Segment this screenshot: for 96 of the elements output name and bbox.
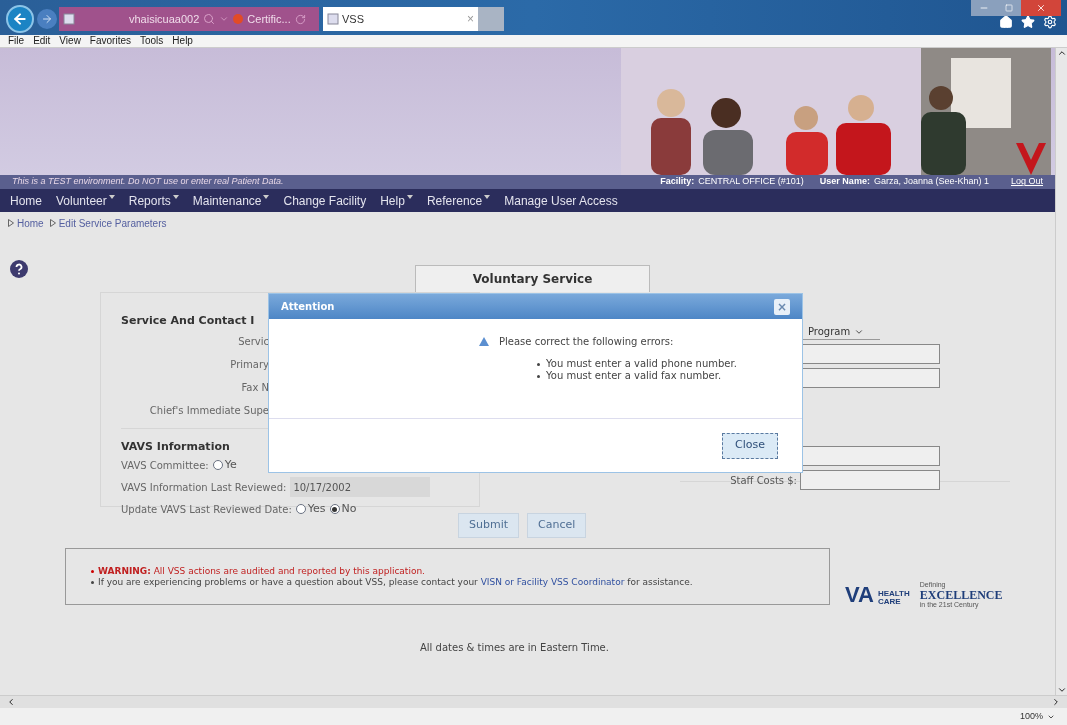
test-notice: This is a TEST environment. Do NOT use or enter real Patient Data.	[12, 175, 284, 189]
settings-icon[interactable]	[1043, 15, 1057, 29]
menu-item[interactable]: Help	[172, 35, 193, 47]
favorites-icon[interactable]	[1021, 15, 1035, 29]
breadcrumb-link[interactable]: Edit Service Parameters	[58, 215, 167, 231]
nav-item[interactable]: Volunteer	[56, 191, 115, 210]
caret-icon	[484, 194, 491, 199]
nav-item[interactable]: Change Facility	[283, 191, 367, 210]
nav-item[interactable]: Manage User Access	[504, 191, 618, 210]
logo-tagline: EXCELLENCE	[919, 589, 1003, 601]
help-icon[interactable]	[10, 260, 28, 278]
scroll-down-icon[interactable]	[1056, 685, 1067, 695]
help-text: If you are experiencing problems or have a question about VSS, please contact your VISN or Facility VSS Coordinator for assistance.	[98, 576, 693, 588]
close-dialog-button[interactable]: Close	[722, 432, 778, 459]
caret-icon	[263, 194, 270, 199]
radio-label: Ye	[224, 456, 237, 473]
close-icon	[1036, 3, 1046, 13]
menu-item[interactable]: Tools	[140, 35, 164, 47]
field-label: Chief's Immediate Supe	[149, 403, 269, 418]
arrow-right-icon	[41, 13, 53, 25]
menu-item[interactable]: Edit	[33, 35, 51, 47]
scroll-right-icon[interactable]	[1051, 697, 1061, 707]
radio-button[interactable]	[295, 504, 306, 514]
input-field[interactable]	[800, 368, 940, 388]
error-message: You must enter a valid fax number.	[546, 370, 722, 382]
forward-button[interactable]	[37, 9, 57, 29]
input-field[interactable]	[800, 344, 940, 364]
zoom-level[interactable]: 100%	[1019, 709, 1043, 724]
logo-subtitle: HEALTH	[877, 590, 910, 598]
date-field: 10/17/2002	[290, 477, 431, 497]
field-label: VAVS Information Last Reviewed:	[121, 480, 287, 495]
field-label: Update VAVS Last Reviewed Date:	[121, 502, 292, 517]
radio-button[interactable]	[329, 504, 340, 514]
field-label: Staff Costs $:	[729, 473, 797, 488]
warning-text: WARNING: All VSS actions are audited and reported by this application.	[98, 565, 425, 577]
nav-item[interactable]: Maintenance	[192, 191, 270, 210]
cancel-button[interactable]: Cancel	[527, 513, 587, 538]
dropdown-icon	[219, 14, 230, 24]
error-message: You must enter a valid phone number.	[546, 358, 737, 370]
nav-item[interactable]: Reference	[426, 191, 491, 210]
user-label: User Name:	[819, 175, 870, 189]
breadcrumb-arrow-icon	[8, 219, 14, 227]
bullet-icon	[91, 569, 94, 573]
field-label: Fax N	[241, 380, 269, 395]
warning-icon	[479, 337, 489, 346]
facility-label: Facility:	[660, 175, 695, 189]
section-heading: Service And Contact I	[121, 313, 256, 329]
browser-tab[interactable]: VSS ×	[323, 7, 478, 31]
field-label: Primary	[230, 357, 269, 372]
user-value: Garza, Joanna (See-Khan) 1	[873, 175, 989, 189]
input-field[interactable]	[800, 446, 940, 466]
caret-icon	[108, 194, 115, 199]
certificate-error-icon	[233, 14, 244, 24]
timezone-note: All dates & times are in Eastern Time.	[420, 642, 609, 653]
nav-item[interactable]: Help	[380, 191, 413, 210]
breadcrumb-arrow-icon	[49, 219, 56, 227]
address-bar[interactable]: vhaisicuaa002 Certific...	[59, 7, 319, 31]
page-icon	[63, 13, 75, 25]
bullet-icon	[537, 362, 540, 366]
coordinator-link[interactable]: VISN or Facility VSS Coordinator	[480, 576, 625, 587]
input-field[interactable]	[800, 470, 940, 490]
voluntary-service-tab[interactable]: Voluntary Service	[415, 265, 650, 292]
breadcrumb-link[interactable]: Home	[17, 215, 44, 231]
nav-item[interactable]: Home	[10, 191, 42, 210]
caret-icon	[406, 194, 413, 199]
search-icon	[203, 13, 216, 25]
scroll-up-icon[interactable]	[1056, 48, 1067, 58]
section-heading: VAVS Information	[121, 438, 231, 455]
menu-item[interactable]: View	[59, 35, 81, 47]
page-icon	[327, 13, 339, 25]
home-icon[interactable]	[999, 15, 1013, 29]
field-label: VAVS Committee:	[121, 458, 209, 473]
certificate-error-text: Certific...	[247, 11, 291, 27]
bullet-icon	[91, 580, 94, 584]
va-mark: VA	[845, 585, 874, 605]
field-label: Servic	[238, 334, 269, 349]
submit-button[interactable]: Submit	[458, 513, 520, 538]
menu-item[interactable]: Favorites	[89, 35, 131, 47]
logo-subtitle: CARE	[877, 598, 902, 606]
address-text: vhaisicuaa002	[129, 11, 200, 27]
scroll-left-icon[interactable]	[6, 697, 16, 707]
caret-icon	[172, 194, 179, 199]
radio-button[interactable]	[212, 460, 223, 470]
bullet-icon	[537, 374, 540, 378]
nav-item[interactable]: Reports	[128, 191, 179, 210]
facility-value: CENTRAL OFFICE (#101)	[698, 175, 804, 189]
logout-link[interactable]: Log Out	[1010, 175, 1043, 189]
tab-title: VSS	[342, 11, 364, 27]
menu-item[interactable]: File	[8, 35, 25, 47]
dialog-title: Attention	[281, 300, 335, 314]
maximize-icon	[1005, 4, 1013, 12]
radio-label: Yes	[307, 500, 326, 517]
refresh-icon	[294, 13, 306, 25]
dialog-message: Please correct the following errors:	[499, 335, 674, 349]
back-button[interactable]	[6, 5, 34, 33]
radio-label: No	[341, 500, 357, 517]
